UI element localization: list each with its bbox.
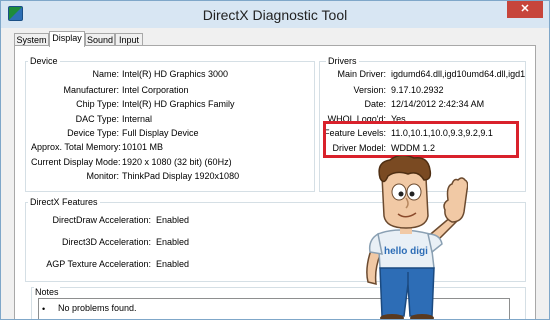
agp-texture-value: Enabled [156,259,190,269]
dac-type-label: DAC Type: [75,114,119,124]
notes-item-text: No problems found. [58,303,137,313]
direct3d-value: Enabled [156,237,190,247]
notes-bullet: • [42,304,46,314]
directx-features-title: DirectX Features [28,197,100,207]
cartoon-mascot-illustration: hello digi [366,156,468,319]
mascot-shirt-text: hello digi [384,246,428,257]
device-group-title: Device [28,56,60,66]
device-name-label: Name: [92,69,119,79]
dac-type-value: Internal [122,114,153,124]
device-type-value: Full Display Device [122,128,199,138]
dxdiag-window: DirectX Diagnostic Tool ✕ System Display… [0,0,550,320]
agp-texture-label: AGP Texture Acceleration: [46,259,151,269]
title-bar: DirectX Diagnostic Tool ✕ [1,1,549,28]
main-driver-value: igdumd64.dll,igd10umd64.dll,igd10um [391,69,525,79]
date-value: 12/14/2012 2:42:34 AM [391,99,485,109]
display-mode-label: Current Display Mode: [31,157,121,167]
tab-display[interactable]: Display [49,31,85,47]
manufacturer-label: Manufacturer: [63,85,119,95]
drivers-group-title: Drivers [326,56,359,66]
close-button[interactable]: ✕ [507,1,543,18]
device-name-value: Intel(R) HD Graphics 3000 [122,69,229,79]
directdraw-value: Enabled [156,215,190,225]
device-type-label: Device Type: [67,128,119,138]
manufacturer-value: Intel Corporation [122,85,189,95]
window-title: DirectX Diagnostic Tool [202,7,348,23]
feature-levels-highlight-box [323,121,519,158]
version-label: Version: [353,85,386,95]
main-driver-label: Main Driver: [337,69,386,79]
date-label: Date: [364,99,386,109]
direct3d-label: Direct3D Acceleration: [61,237,151,247]
version-value: 9.17.10.2932 [391,85,444,95]
display-mode-value: 1920 x 1080 (32 bit) (60Hz) [122,157,232,167]
total-memory-value: 10101 MB [122,142,164,152]
directdraw-label: DirectDraw Acceleration: [52,215,151,225]
chip-type-label: Chip Type: [76,99,119,109]
total-memory-label: Approx. Total Memory: [31,142,121,152]
chip-type-value: Intel(R) HD Graphics Family [122,99,235,109]
monitor-label: Monitor: [86,171,119,181]
notes-title: Notes [34,287,60,297]
monitor-value: ThinkPad Display 1920x1080 [122,171,240,181]
